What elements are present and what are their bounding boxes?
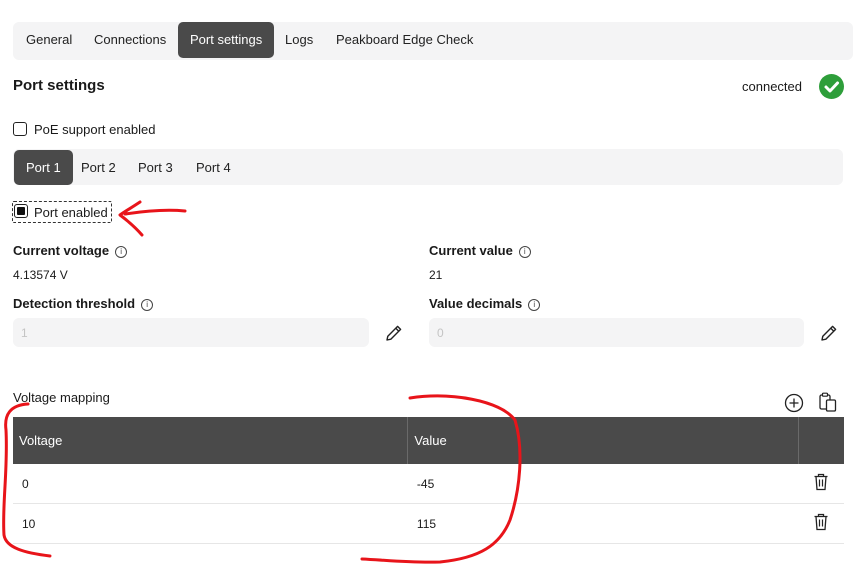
cell-voltage[interactable]: 10 <box>13 503 408 544</box>
tab-connections[interactable]: Connections <box>82 22 178 58</box>
port-enabled-label: Port enabled <box>34 205 108 220</box>
port-tab-bar: Port 1 Port 2 Port 3 Port 4 <box>13 149 843 185</box>
column-header-voltage[interactable]: Voltage <box>13 417 409 464</box>
current-value-value: 21 <box>429 268 443 282</box>
check-circle-icon <box>819 74 844 99</box>
cell-value[interactable]: -45 <box>407 464 799 504</box>
row-actions <box>798 464 844 504</box>
poe-label: PoE support enabled <box>34 122 156 137</box>
column-header-value[interactable]: Value <box>407 417 799 464</box>
info-icon[interactable]: i <box>518 246 531 258</box>
row-actions <box>798 503 844 544</box>
tab-logs[interactable]: Logs <box>273 22 325 58</box>
main-tab-bar: General Connections Port settings Logs P… <box>13 22 853 60</box>
tab-port-1[interactable]: Port 1 <box>14 150 73 185</box>
current-value-label: Current value i <box>429 243 531 258</box>
table-row[interactable]: 10 115 <box>13 503 844 544</box>
port-enabled-checkbox[interactable] <box>14 204 28 218</box>
detection-threshold-input[interactable] <box>13 318 369 347</box>
table-header-row: Voltage Value <box>13 417 844 464</box>
value-decimals-label: Value decimals i <box>429 296 541 311</box>
trash-icon[interactable] <box>812 472 830 495</box>
info-icon[interactable]: i <box>528 299 541 311</box>
info-icon[interactable]: i <box>141 299 154 311</box>
tab-peakboard-edge-check[interactable]: Peakboard Edge Check <box>324 22 485 58</box>
tab-port-4[interactable]: Port 4 <box>184 150 243 185</box>
column-header-actions <box>798 417 844 464</box>
cell-voltage[interactable]: 0 <box>13 464 408 504</box>
info-icon[interactable]: i <box>115 246 128 258</box>
annotation-arrow <box>118 200 187 237</box>
current-voltage-label: Current voltage i <box>13 243 128 258</box>
value-decimals-label-text: Value decimals <box>429 296 523 311</box>
tab-port-3[interactable]: Port 3 <box>126 150 185 185</box>
voltage-mapping-table: Voltage Value 0 -45 10 115 <box>13 417 844 544</box>
pencil-icon[interactable] <box>384 323 404 346</box>
poe-checkbox[interactable] <box>13 122 27 136</box>
cell-value[interactable]: 115 <box>407 503 799 544</box>
clipboard-icon[interactable] <box>817 391 839 416</box>
table-row[interactable]: 0 -45 <box>13 464 844 504</box>
current-value-label-text: Current value <box>429 243 513 258</box>
page-title: Port settings <box>13 77 105 94</box>
tab-general[interactable]: General <box>14 22 84 58</box>
detection-threshold-label-text: Detection threshold <box>13 296 136 311</box>
connection-status: connected <box>742 79 802 94</box>
detection-threshold-label: Detection threshold i <box>13 296 154 311</box>
plus-circle-icon[interactable] <box>783 392 805 417</box>
pencil-icon[interactable] <box>819 323 839 346</box>
current-voltage-label-text: Current voltage <box>13 243 110 258</box>
value-decimals-input[interactable] <box>429 318 804 347</box>
trash-icon[interactable] <box>812 512 830 535</box>
current-voltage-value: 4.13574 V <box>13 268 68 282</box>
tab-port-settings[interactable]: Port settings <box>178 22 275 58</box>
tab-port-2[interactable]: Port 2 <box>69 150 128 185</box>
voltage-mapping-title: Voltage mapping <box>13 390 110 405</box>
